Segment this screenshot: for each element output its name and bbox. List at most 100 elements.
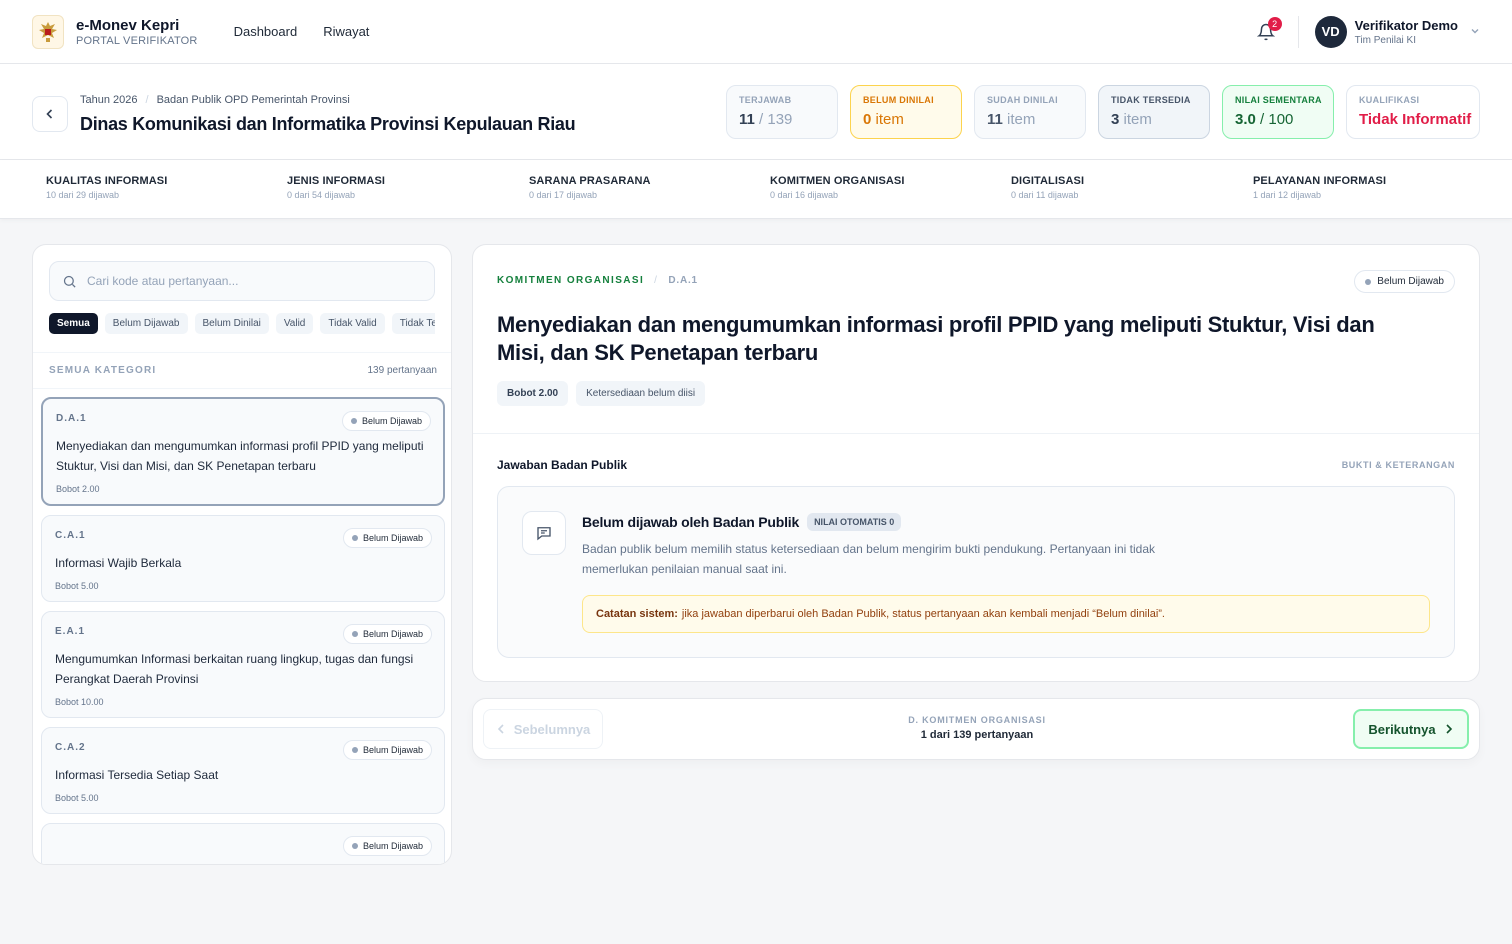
status-badge: Belum Dijawab	[341, 411, 431, 431]
stat-value: 11 item	[987, 111, 1036, 128]
tab-label: KOMITMEN ORGANISASI	[770, 175, 905, 187]
stat-label: NILAI SEMENTARA	[1235, 95, 1322, 105]
tab-progress: 1 dari 12 dijawab	[1253, 190, 1322, 200]
chevron-left-icon	[46, 109, 53, 119]
filter-tidak-valid[interactable]: Tidak Valid	[320, 313, 385, 334]
tab-progress: 0 dari 54 dijawab	[287, 190, 356, 200]
stat-label: TERJAWAB	[739, 95, 792, 105]
tab-label: JENIS INFORMASI	[287, 175, 386, 187]
tab-label: PELAYANAN INFORMASI	[1253, 175, 1387, 187]
filter-belum-dijawab[interactable]: Belum Dijawab	[104, 313, 188, 334]
breadcrumb-year[interactable]: Tahun 2026	[80, 94, 138, 106]
stat-label: BELUM DINILAI	[863, 95, 934, 105]
tab-label: DIGITALISASI	[1011, 175, 1085, 187]
tab-progress: 0 dari 11 dijawab	[1011, 190, 1079, 200]
stat-label: KUALIFIKASI	[1359, 95, 1420, 105]
status-badge: Belum Dijawab	[342, 740, 432, 760]
tab-progress: 10 dari 29 dijawab	[46, 190, 120, 200]
item-question: Mengumumkan Informasi berkaitan ruang li…	[55, 652, 414, 686]
brand: e-Monev Kepri PORTAL VERIFIKATOR	[76, 17, 198, 47]
list-count: 139 pertanyaan	[367, 365, 437, 376]
answer-card: Belum dijawab oleh Badan Publik NILAI OT…	[497, 486, 1455, 658]
tab-progress: 0 dari 17 dijawab	[529, 190, 598, 200]
pager-count: 1 dari 139 pertanyaan	[920, 729, 1034, 741]
tab-komitmen-organisasi[interactable]: KOMITMEN ORGANISASI 0 dari 16 dijawab	[770, 175, 905, 200]
user-info[interactable]: Verifikator Demo Tim Penilai KI	[1355, 18, 1458, 46]
list-item[interactable]: D.A.1 Belum Dijawab Menyediakan dan meng…	[41, 397, 445, 506]
avatar[interactable]: VD	[1314, 15, 1347, 48]
question-detail-panel: KOMITMEN ORGANISASI / D.A.1 Belum Dijawa…	[472, 244, 1480, 682]
tab-pelayanan-informasi[interactable]: PELAYANAN INFORMASI 1 dari 12 dijawab	[1253, 175, 1386, 200]
status-dot-icon	[351, 631, 358, 637]
stat-belum-dinilai[interactable]: BELUM DINILAI 0 item	[850, 85, 962, 139]
filter-semua[interactable]: Semua	[49, 313, 98, 334]
list-item[interactable]: E.A.1 Belum Dijawab Mengumumkan Informas…	[41, 611, 445, 718]
answer-description: Badan publik belum memilih status keters…	[582, 542, 1155, 576]
pager-position: D. KOMITMEN ORGANISASI 1 dari 139 pertan…	[473, 715, 1481, 741]
section-title: Jawaban Badan Publik	[497, 458, 628, 472]
weight-tag: Bobot 2.00	[497, 381, 569, 406]
app-title: e-Monev Kepri	[76, 16, 180, 34]
category-tabs: KUALITAS INFORMASI 10 dari 29 dijawab JE…	[0, 160, 1512, 219]
question-tags: Bobot 2.00 Ketersediaan belum diisi	[497, 381, 706, 406]
auto-score-badge: NILAI OTOMATIS 0	[807, 513, 902, 531]
status-dot-icon	[351, 843, 358, 849]
stat-value: 0 item	[863, 111, 904, 128]
app-subtitle: PORTAL VERIFIKATOR	[76, 34, 198, 47]
nav-riwayat[interactable]: Riwayat	[323, 24, 369, 39]
divider	[1297, 15, 1299, 48]
tab-kualitas-informasi[interactable]: KUALITAS INFORMASI 10 dari 29 dijawab	[46, 175, 167, 200]
list-item[interactable]: Belum Dijawab	[41, 823, 445, 864]
status-badge: Belum Dijawab	[342, 836, 432, 856]
list-header: SEMUA KATEGORI 139 pertanyaan	[33, 352, 451, 389]
breadcrumb-group[interactable]: Badan Publik OPD Pemerintah Provinsi	[157, 94, 350, 106]
status-dot-icon	[351, 747, 358, 753]
chevron-right-icon	[1446, 724, 1452, 734]
tab-label: KUALITAS INFORMASI	[46, 175, 168, 187]
nav-dashboard[interactable]: Dashboard	[234, 24, 298, 39]
detail-breadcrumb: KOMITMEN ORGANISASI / D.A.1	[497, 275, 698, 286]
chevron-down-icon[interactable]	[1470, 25, 1480, 39]
tab-digitalisasi[interactable]: DIGITALISASI 0 dari 11 dijawab	[1011, 175, 1084, 200]
stat-label: TIDAK TERSEDIA	[1111, 95, 1191, 105]
list-item[interactable]: C.A.1 Belum Dijawab Informasi Wajib Berk…	[41, 515, 445, 602]
status-dot-icon	[351, 535, 358, 541]
stat-tidak-tersedia[interactable]: TIDAK TERSEDIA 3 item	[1098, 85, 1210, 139]
status-badge: Belum Dijawab	[1354, 270, 1455, 293]
stat-sudah-dinilai[interactable]: SUDAH DINILAI 11 item	[974, 85, 1086, 139]
item-weight: Bobot 5.00	[55, 793, 99, 803]
top-bar: e-Monev Kepri PORTAL VERIFIKATOR Dashboa…	[0, 0, 1512, 64]
page-header: Tahun 2026 / Badan Publik OPD Pemerintah…	[0, 64, 1512, 160]
breadcrumb-separator: /	[654, 275, 659, 286]
garuda-logo-icon[interactable]	[32, 14, 64, 49]
status-badge: Belum Dijawab	[342, 624, 432, 644]
answer-title: Belum dijawab oleh Badan Publik	[582, 514, 800, 530]
question-list-panel: Semua Belum Dijawab Belum Dinilai Valid …	[32, 244, 452, 865]
list-item[interactable]: C.A.2 Belum Dijawab Informasi Tersedia S…	[41, 727, 445, 814]
note-text: jika jawaban diperbarui oleh Badan Publi…	[681, 608, 1165, 620]
detail-code: D.A.1	[668, 275, 698, 286]
status-dot-icon	[1365, 278, 1372, 285]
filter-tidak-tersedia[interactable]: Tidak Tersedia	[391, 313, 435, 334]
stat-value: 3.0 / 100	[1235, 111, 1294, 128]
item-weight: Bobot 10.00	[55, 697, 104, 707]
back-button[interactable]	[32, 96, 68, 132]
filter-belum-dinilai[interactable]: Belum Dinilai	[194, 313, 269, 334]
availability-tag: Ketersediaan belum diisi	[576, 381, 706, 406]
message-icon	[522, 511, 566, 555]
search-input[interactable]	[87, 274, 407, 288]
filter-valid[interactable]: Valid	[275, 313, 314, 334]
question-pager: Sebelumnya D. KOMITMEN ORGANISASI 1 dari…	[472, 698, 1480, 760]
question-title: Menyediakan dan mengumumkan informasi pr…	[497, 312, 1375, 365]
notification-bell-icon[interactable]: 2	[1254, 16, 1282, 44]
item-question: Informasi Wajib Berkala	[55, 556, 182, 570]
note-label: Catatan sistem:	[596, 608, 678, 620]
next-button[interactable]: Berikutnya	[1353, 709, 1469, 749]
tab-jenis-informasi[interactable]: JENIS INFORMASI 0 dari 54 dijawab	[287, 175, 385, 200]
stat-label: SUDAH DINILAI	[987, 95, 1058, 105]
user-name: Verifikator Demo	[1354, 17, 1458, 33]
notification-count-badge: 2	[1267, 16, 1282, 31]
breadcrumb: Tahun 2026 / Badan Publik OPD Pemerintah…	[80, 94, 350, 106]
tab-sarana-prasarana[interactable]: SARANA PRASARANA 0 dari 17 dijawab	[529, 175, 651, 200]
main-nav: Dashboard Riwayat	[234, 24, 370, 39]
